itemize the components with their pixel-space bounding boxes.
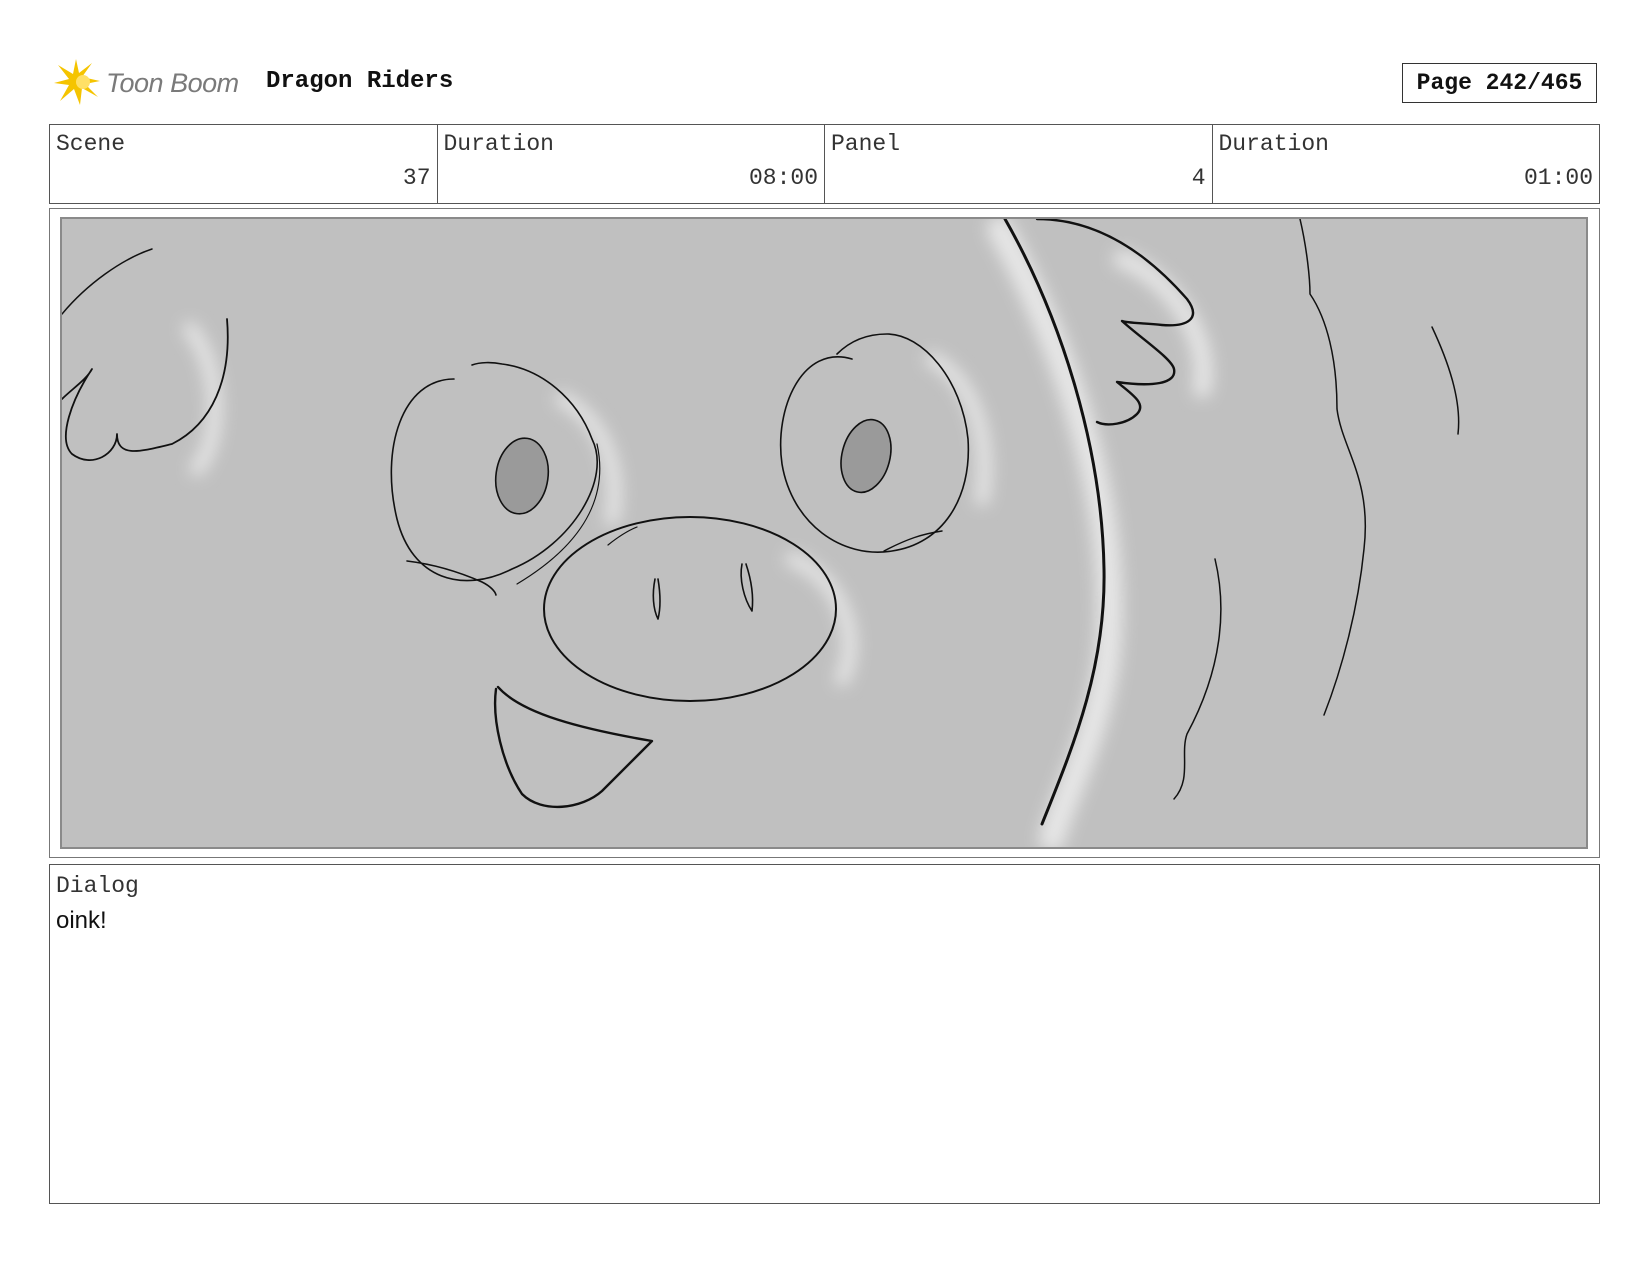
panel-cell: Panel 4 — [825, 125, 1213, 203]
scene-duration-label: Duration — [443, 131, 554, 157]
scene-cell: Scene 37 — [50, 125, 438, 203]
starburst-icon — [54, 59, 100, 105]
panel-duration-value: 01:00 — [1523, 165, 1593, 191]
scene-duration-value: 08:00 — [748, 165, 818, 191]
panel-value: 4 — [1191, 165, 1206, 191]
sketch-lines — [62, 219, 1460, 826]
scene-info-table: Scene 37 Duration 08:00 Panel 4 Duration… — [49, 124, 1600, 204]
dialog-label: Dialog — [56, 873, 139, 899]
panel-duration-label: Duration — [1218, 131, 1329, 157]
project-title: Dragon Riders — [266, 68, 454, 95]
toon-boom-logo: Toon Boom — [52, 57, 252, 109]
scene-value: 37 — [402, 165, 431, 191]
pig-face-sketch — [62, 219, 1460, 847]
storyboard-panel-frame — [49, 208, 1600, 858]
logo-text: Toon Boom — [106, 67, 239, 98]
scene-label: Scene — [56, 131, 126, 157]
page-indicator: Page 242/465 — [1402, 63, 1597, 103]
dialog-box: Dialog oink! — [49, 864, 1600, 1204]
panel-label: Panel — [831, 131, 901, 157]
panel-duration-cell: Duration 01:00 — [1213, 125, 1600, 203]
scene-duration-cell: Duration 08:00 — [438, 125, 825, 203]
dialog-text: oink! — [56, 907, 107, 934]
storyboard-panel-image — [60, 217, 1588, 849]
